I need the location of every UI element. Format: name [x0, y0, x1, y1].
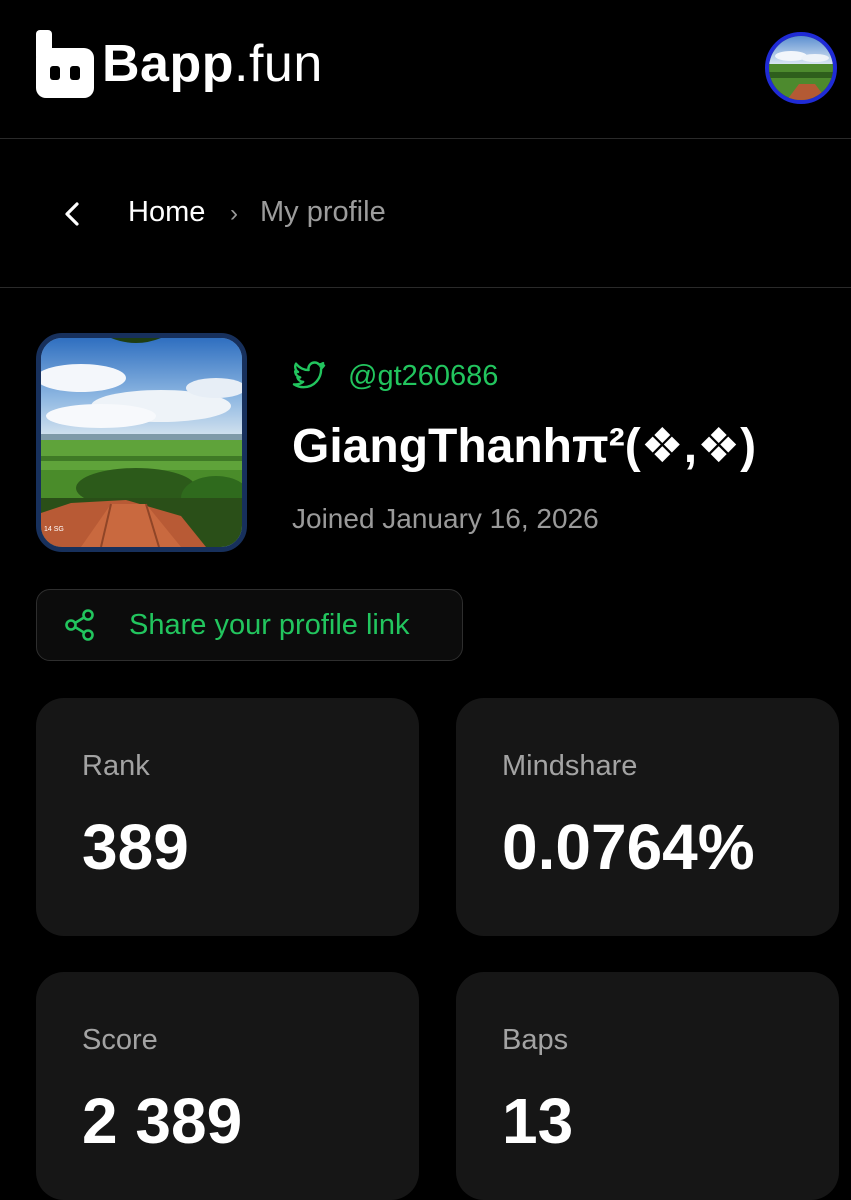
breadcrumb-home-link[interactable]: Home — [128, 196, 205, 229]
stat-card-mindshare: Mindshare 0.0764% — [456, 698, 839, 936]
brand-name: Bapp.fun — [102, 38, 323, 90]
stat-value: 389 — [82, 811, 189, 883]
profile-photo-image: 14 SG — [41, 338, 242, 547]
share-icon — [65, 609, 94, 641]
brand-name-suffix: .fun — [234, 35, 323, 93]
top-header: Bapp.fun — [0, 0, 851, 139]
twitter-icon — [292, 361, 326, 389]
breadcrumb-separator: › — [230, 200, 238, 227]
stat-label: Mindshare — [502, 750, 638, 782]
stat-label: Score — [82, 1024, 158, 1056]
stat-value: 2 389 — [82, 1085, 243, 1157]
account-avatar-button[interactable] — [765, 32, 837, 104]
stat-label: Rank — [82, 750, 150, 782]
brand-logo[interactable]: Bapp.fun — [36, 28, 323, 100]
breadcrumb-current-page: My profile — [260, 196, 386, 228]
twitter-handle-link[interactable]: @gt260686 — [292, 358, 498, 394]
twitter-handle: @gt260686 — [348, 359, 499, 392]
stat-card-baps: Baps 13 — [456, 972, 839, 1200]
share-profile-button[interactable]: Share your profile link — [36, 589, 463, 661]
bapp-logo-icon — [36, 30, 94, 98]
chevron-left-icon[interactable] — [58, 196, 88, 232]
stat-card-score: Score 2 389 — [36, 972, 419, 1200]
stat-value: 0.0764% — [502, 811, 755, 883]
joined-date: Joined January 16, 2026 — [292, 503, 599, 534]
stat-value: 13 — [502, 1085, 574, 1157]
profile-photo: 14 SG — [36, 333, 247, 552]
photo-watermark: 14 SG — [44, 526, 64, 533]
profile-page: Bapp.fun Home › My profile 14 SG @gt2606… — [0, 0, 851, 1200]
profile-display-name: GiangThanhπ²(❖,❖) — [292, 420, 757, 473]
stat-card-rank: Rank 389 — [36, 698, 419, 936]
user-avatar — [769, 36, 833, 100]
share-profile-label: Share your profile link — [129, 608, 410, 641]
stat-label: Baps — [502, 1024, 569, 1056]
brand-name-bold: Bapp — [102, 35, 234, 93]
